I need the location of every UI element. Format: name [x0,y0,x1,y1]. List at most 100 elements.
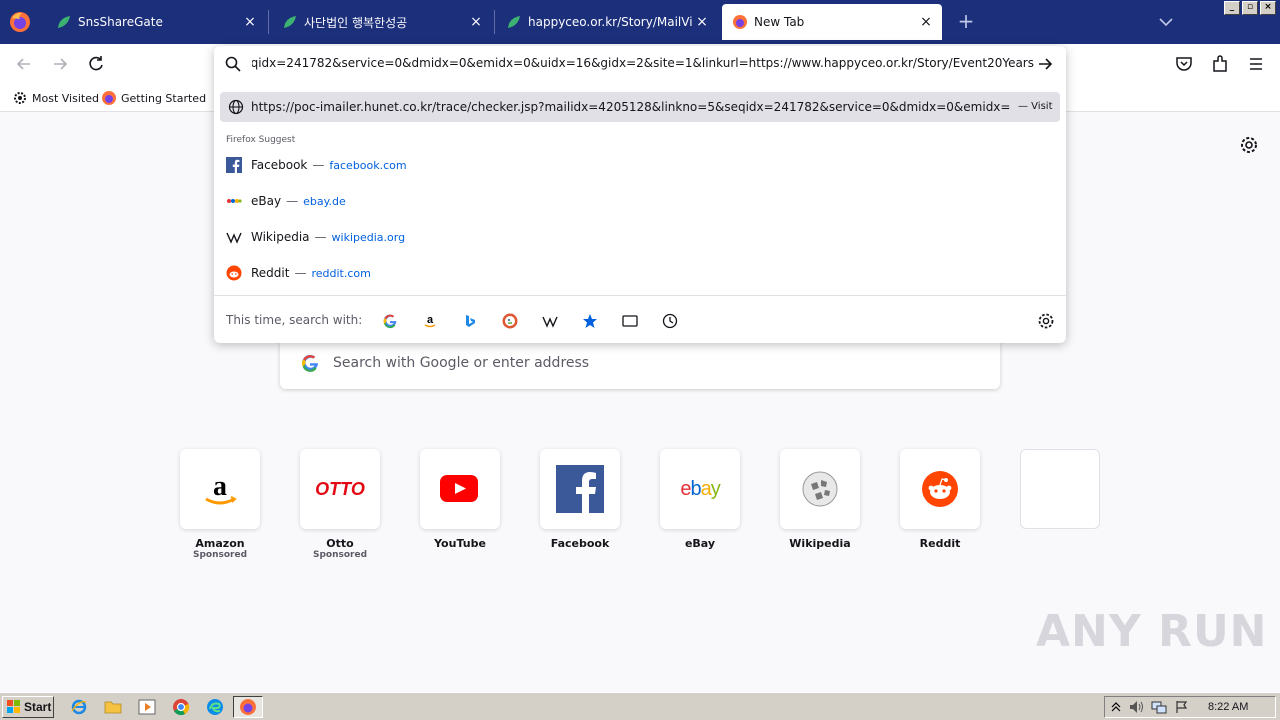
tab-new-tab[interactable]: New Tab × [722,4,942,40]
minimize-button[interactable]: _ [1224,1,1240,15]
suggestion-facebook[interactable]: Facebook — facebook.com [226,153,407,177]
tile-logo-box [780,449,860,529]
facebook-icon [226,157,242,173]
pocket-icon[interactable] [1174,54,1194,74]
address-input-text[interactable]: o=5&seqidx=241782&service=0&dmidx=0&emid… [252,56,1034,70]
firefox-suggest-heading: Firefox Suggest [226,135,296,145]
bookmark-most-visited[interactable]: Most Visited [12,90,99,106]
svg-text:a: a [427,314,434,326]
suggestion-dash: — [294,266,307,280]
tile-ebay[interactable]: ebay eBay [660,449,740,550]
edge-icon[interactable] [206,698,224,716]
tab-mailview[interactable]: happyceo.or.kr/Story/MailView?num × [496,4,718,40]
tile-empty[interactable] [1020,449,1100,529]
firefox-menu-icon[interactable] [8,10,32,34]
ebay-logo: ebay [680,477,721,501]
chevron-up-icon[interactable] [1111,701,1121,713]
urlbar-result-heuristic[interactable]: https://poc-imailer.hunet.co.kr/trace/ch… [220,92,1060,122]
amazon-search-button[interactable]: a [420,311,440,331]
suggestion-dash: — [314,230,327,244]
go-arrow-icon[interactable] [1036,55,1054,73]
tab-title: New Tab [754,15,805,29]
tile-reddit[interactable]: Reddit [900,449,980,550]
tile-label: Otto [326,537,354,550]
google-search-button[interactable] [380,311,400,331]
search-input[interactable]: Search with Google or enter address [280,338,1000,389]
tile-amazon[interactable]: a Amazon Sponsored [180,449,260,560]
tile-youtube[interactable]: YouTube [420,449,500,550]
suggestion-dash: — [312,158,325,172]
wikipedia-search-button[interactable] [540,311,560,331]
tile-otto[interactable]: OTTO Otto Sponsored [300,449,380,560]
tab-happy-success[interactable]: 사단법인 행복한성공 × [272,4,492,40]
close-window-button[interactable]: × [1260,1,1276,15]
hamburger-menu-icon[interactable] [1246,54,1266,74]
folder-icon[interactable] [104,698,122,716]
close-tab-icon[interactable]: × [466,12,486,32]
youtube-icon [440,475,478,502]
tabs-search-button[interactable] [620,311,640,331]
tile-logo-box: OTTO [300,449,380,529]
bing-icon [466,315,475,327]
gear-icon[interactable] [1238,134,1260,156]
amazon-icon: a [205,471,237,505]
leaf-icon [58,16,70,28]
svg-text:a: a [213,471,227,502]
restore-button[interactable]: ▫ [1242,1,1258,15]
urlbar-dropdown: o=5&seqidx=241782&service=0&dmidx=0&emid… [214,46,1066,343]
close-tab-icon[interactable]: × [916,12,936,32]
ebay-letter: y [710,477,721,500]
reload-icon[interactable] [86,54,106,74]
firefox-icon [733,15,747,29]
new-tab-button[interactable]: + [954,10,978,34]
reddit-icon [226,265,242,281]
sponsored-label: Sponsored [312,550,368,560]
speaker-icon[interactable] [1129,700,1145,714]
close-tab-icon[interactable]: × [692,12,712,32]
firefox-icon[interactable] [239,698,257,716]
tile-facebook[interactable]: Facebook [540,449,620,550]
tile-wikipedia[interactable]: Wikipedia [780,449,860,550]
tab-snssharegate[interactable]: SnsShareGate × [46,4,266,40]
forward-arrow-icon[interactable] [50,54,70,74]
tab-title: 사단법인 행복한성공 [304,15,408,30]
history-search-button[interactable] [660,311,680,331]
google-icon [383,314,397,329]
tile-label: YouTube [434,537,486,550]
action-center-flag-icon[interactable] [1175,700,1189,714]
tile-label: Reddit [919,537,961,550]
suggestion-title: Facebook [251,158,308,172]
bookmarks-search-button[interactable] [580,311,600,331]
internet-explorer-icon[interactable] [70,698,88,716]
duckduckgo-icon [502,313,518,329]
suggestion-domain: facebook.com [329,158,407,172]
reddit-icon [922,471,958,507]
tab-divider [494,10,495,34]
tab-title: happyceo.or.kr/Story/MailView?num [528,15,692,29]
system-tray [1104,696,1276,718]
chevron-down-icon[interactable] [1156,12,1176,32]
suggestion-dash: — [286,194,299,208]
address-bar[interactable]: o=5&seqidx=241782&service=0&dmidx=0&emid… [214,46,1066,82]
tile-logo-box [900,449,980,529]
chrome-icon[interactable] [172,698,190,716]
close-tab-icon[interactable]: × [240,12,260,32]
extensions-icon[interactable] [1210,54,1230,74]
start-label: Start [24,700,52,714]
start-button[interactable]: Start [2,696,54,718]
duckduckgo-search-button[interactable] [500,311,520,331]
suggestion-domain: wikipedia.org [331,230,406,244]
google-icon [302,354,318,372]
bookmark-label: Getting Started [121,91,207,105]
suggestion-reddit[interactable]: Reddit — reddit.com [226,261,371,285]
tile-logo-box: a [180,449,260,529]
network-icon[interactable] [1151,700,1167,714]
gear-icon[interactable] [1036,311,1056,331]
media-player-icon[interactable] [138,698,156,716]
bookmark-getting-started[interactable]: Getting Started [101,90,206,106]
suggestion-wikipedia[interactable]: Wikipedia — wikipedia.org [226,225,405,249]
divider [214,295,1066,296]
bing-search-button[interactable] [460,311,480,331]
suggestion-ebay[interactable]: eBay — ebay.de [226,189,346,213]
back-arrow-icon[interactable] [14,54,34,74]
